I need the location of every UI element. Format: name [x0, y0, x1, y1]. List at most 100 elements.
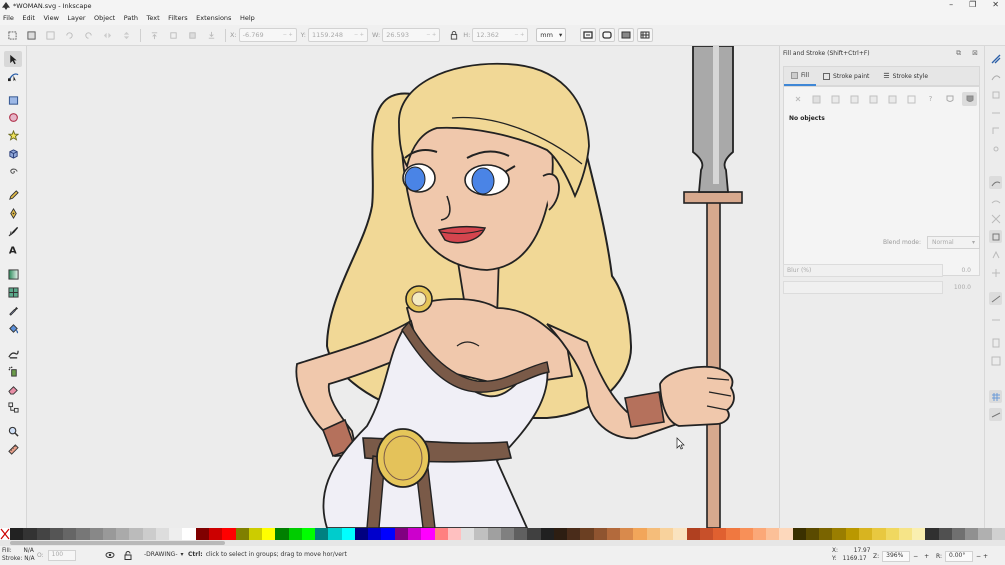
rotate-cw-icon[interactable]: [82, 29, 95, 42]
blur-slider[interactable]: Blur (%): [783, 264, 943, 277]
palette-swatch[interactable]: [553, 528, 568, 540]
palette-swatch[interactable]: [288, 528, 302, 540]
palette-swatch[interactable]: [63, 528, 77, 540]
snap-path-icon[interactable]: [989, 194, 1002, 207]
connector-tool-icon[interactable]: [4, 399, 22, 415]
palette-swatch[interactable]: [341, 528, 355, 540]
palette-swatch[interactable]: [925, 528, 939, 540]
palette-swatch[interactable]: [487, 528, 501, 540]
menu-view[interactable]: View: [43, 14, 58, 22]
raise-icon[interactable]: [167, 29, 180, 42]
palette-swatch[interactable]: [819, 528, 833, 540]
snap-edge-icon[interactable]: [989, 106, 1002, 119]
menu-layer[interactable]: Layer: [67, 14, 85, 22]
opacity-slider[interactable]: [783, 281, 943, 294]
menu-file[interactable]: File: [3, 14, 14, 22]
rotate-field[interactable]: 0.00°: [945, 551, 974, 562]
palette-swatch[interactable]: [142, 528, 156, 540]
snap-bbox-icon[interactable]: [989, 88, 1002, 101]
transform-gradient-icon[interactable]: [618, 28, 635, 42]
snap-corner-icon[interactable]: [989, 124, 1002, 137]
transform-stroke-icon[interactable]: [580, 28, 597, 42]
snap-border-icon[interactable]: [989, 354, 1002, 367]
snap-smooth-icon[interactable]: [989, 230, 1002, 243]
palette-swatch[interactable]: [434, 528, 448, 540]
flip-vertical-icon[interactable]: [120, 29, 133, 42]
palette-swatch[interactable]: [169, 528, 183, 540]
maximize-button[interactable]: ❐: [969, 0, 976, 9]
menu-filters[interactable]: Filters: [168, 14, 187, 22]
palette-swatch[interactable]: [394, 528, 408, 540]
eraser-tool-icon[interactable]: [4, 381, 22, 397]
snap-page-icon[interactable]: [989, 336, 1002, 349]
snap-intersection-icon[interactable]: [989, 212, 1002, 225]
palette-swatch[interactable]: [646, 528, 661, 540]
dock-close-icon[interactable]: ⊠: [972, 49, 978, 58]
spin-arrows-icon[interactable]: − +: [426, 32, 436, 38]
palette-swatch[interactable]: [792, 528, 806, 540]
snap-center-icon[interactable]: [989, 266, 1002, 279]
palette-swatch[interactable]: [10, 528, 24, 540]
palette-swatch[interactable]: [248, 528, 263, 540]
palette-swatch[interactable]: [726, 528, 740, 540]
pencil-tool-icon[interactable]: [4, 187, 22, 203]
flat-color-icon[interactable]: [811, 94, 822, 104]
rotate-spin-icon[interactable]: − +: [976, 553, 988, 560]
menu-extensions[interactable]: Extensions: [196, 14, 231, 22]
paint-bucket-tool-icon[interactable]: [4, 320, 22, 336]
palette-swatch[interactable]: [195, 528, 209, 540]
drawing-canvas[interactable]: [27, 46, 779, 528]
spin-arrows-icon[interactable]: − +: [354, 32, 364, 38]
palette-swatch[interactable]: [222, 528, 236, 540]
palette-swatch[interactable]: [514, 528, 528, 540]
palette-swatch[interactable]: [872, 528, 886, 540]
lock-ratio-icon[interactable]: [447, 29, 460, 42]
nodes-icon[interactable]: [989, 70, 1002, 83]
dropper-tool-icon[interactable]: [4, 302, 22, 318]
spin-arrows-icon[interactable]: − +: [283, 32, 293, 38]
palette-swatch[interactable]: [779, 528, 793, 540]
snap-grid-icon[interactable]: [989, 390, 1002, 403]
snap-midpoint-icon[interactable]: [989, 142, 1002, 155]
gradient-tool-icon[interactable]: [4, 266, 22, 282]
zoom-in-icon[interactable]: +: [924, 553, 929, 560]
linear-gradient-icon[interactable]: [830, 94, 841, 104]
measure-tool-icon[interactable]: [4, 441, 22, 457]
spin-arrows-icon[interactable]: − +: [514, 32, 524, 38]
spiral-tool-icon[interactable]: [4, 163, 22, 179]
palette-swatch[interactable]: [474, 528, 488, 540]
no-paint-swatch[interactable]: [0, 528, 10, 540]
palette-swatch[interactable]: [116, 528, 130, 540]
rotate-ccw-icon[interactable]: [63, 29, 76, 42]
palette-swatch[interactable]: [620, 528, 634, 540]
text-tool-icon[interactable]: A: [4, 241, 22, 257]
palette-swatch[interactable]: [567, 528, 581, 540]
palette-swatch[interactable]: [208, 528, 223, 540]
lower-to-bottom-icon[interactable]: [205, 29, 218, 42]
palette-swatch[interactable]: [89, 528, 103, 540]
opacity-value[interactable]: 100.0: [947, 284, 971, 291]
flip-horizontal-icon[interactable]: [101, 29, 114, 42]
snap-cusp-icon[interactable]: [989, 248, 1002, 261]
rectangle-tool-icon[interactable]: [4, 92, 22, 108]
layer-visibility-icon[interactable]: [105, 551, 115, 561]
palette-swatch[interactable]: [938, 528, 952, 540]
mesh-tool-icon[interactable]: [4, 284, 22, 300]
palette-swatch[interactable]: [660, 528, 674, 540]
palette-swatch[interactable]: [381, 528, 395, 540]
palette-swatch[interactable]: [102, 528, 117, 540]
palette-swatch[interactable]: [699, 528, 714, 540]
transform-corners-icon[interactable]: [599, 28, 616, 42]
palette-swatch[interactable]: [421, 528, 435, 540]
zoom-field[interactable]: 396%: [882, 551, 911, 562]
palette-swatch[interactable]: [766, 528, 780, 540]
node-tool-icon[interactable]: [4, 68, 22, 84]
palette-swatch[interactable]: [23, 528, 37, 540]
palette-swatch[interactable]: [540, 528, 554, 540]
palette-swatch[interactable]: [407, 528, 422, 540]
palette-swatch[interactable]: [315, 528, 329, 540]
calligraphy-tool-icon[interactable]: [4, 223, 22, 239]
3d-box-tool-icon[interactable]: [4, 145, 22, 161]
palette-swatch[interactable]: [49, 528, 64, 540]
pen-tool-icon[interactable]: [4, 205, 22, 221]
